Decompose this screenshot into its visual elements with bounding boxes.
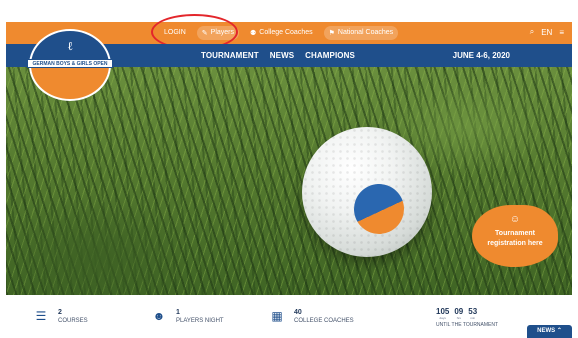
map-icon: ▦ <box>271 309 283 323</box>
news-button[interactable]: NEWS ⌃ <box>527 325 572 338</box>
smiley-icon: ☻ <box>152 309 166 323</box>
days-value: 105 <box>436 307 450 316</box>
countdown-hours: 09 hrs <box>454 307 463 320</box>
registration-button[interactable]: ☺ Tournament registration here <box>472 205 558 267</box>
countdown-days: 105 days <box>436 307 449 320</box>
national-coaches-link[interactable]: ⚑ National Coaches <box>323 26 399 40</box>
chevron-up-icon: ⌃ <box>556 328 562 334</box>
page: LOGIN ✎ Players ⚉ College Coaches ⚑ Nati… <box>0 0 578 338</box>
flag-icon: ⚑ <box>328 29 335 37</box>
minutes-unit: min <box>470 316 476 320</box>
search-icon[interactable]: ⌕ <box>530 27 534 37</box>
stat-label: COLLEGE COACHES <box>294 318 354 324</box>
menu-icon[interactable]: ≡ <box>559 28 564 37</box>
nav-items: TOURNAMENT NEWS CHAMPIONS <box>201 51 355 60</box>
stat-value: 2 <box>58 309 62 316</box>
college-coaches-label: College Coaches <box>259 29 313 36</box>
group-icon: ⚉ <box>250 29 257 37</box>
registration-label: Tournament registration here <box>487 230 543 247</box>
hours-value: 09 <box>454 307 464 316</box>
countdown-minutes: 53 min <box>468 307 477 320</box>
stat-label: PLAYERS NIGHT <box>176 318 224 324</box>
top-right-tools: ⌕ EN ≡ <box>530 27 564 37</box>
nav-item-champions[interactable]: CHAMPIONS <box>305 51 355 60</box>
stat-courses: ☰ 2 COURSES <box>32 309 88 329</box>
stat-value: 1 <box>176 309 180 316</box>
countdown: 105 days 09 hrs 53 min UNTIL THE TOURNAM… <box>436 307 498 328</box>
nav-item-tournament[interactable]: TOURNAMENT <box>201 51 259 60</box>
stat-value: 40 <box>294 309 302 316</box>
tournament-date: JUNE 4-6, 2020 <box>452 51 510 60</box>
logo-mark-icon: ℓ <box>67 39 73 53</box>
stat-players-night: ☻ 1 PLAYERS NIGHT <box>150 309 224 329</box>
hero-image: ☺ Tournament registration here <box>6 67 572 295</box>
news-button-label: NEWS <box>537 328 556 334</box>
course-icon: ☰ <box>35 309 47 323</box>
language-switch[interactable]: EN <box>541 28 552 37</box>
minutes-value: 53 <box>468 307 478 316</box>
nav-item-news[interactable]: NEWS <box>270 51 294 60</box>
college-coaches-link[interactable]: ⚉ College Coaches <box>245 26 318 40</box>
countdown-values: 105 days 09 hrs 53 min <box>436 307 498 320</box>
days-unit: days <box>439 316 446 320</box>
countdown-label: UNTIL THE TOURNAMENT <box>436 322 499 328</box>
stats-strip: ☰ 2 COURSES ☻ 1 PLAYERS NIGHT ▦ 40 COLLE… <box>6 295 572 338</box>
stat-college-coaches: ▦ 40 COLLEGE COACHES <box>268 309 354 329</box>
stat-label: COURSES <box>58 318 88 324</box>
golf-ball-image <box>302 127 432 257</box>
site-logo[interactable]: ℓ GERMAN BOYS & GIRLS OPEN <box>27 29 113 101</box>
national-coaches-label: National Coaches <box>337 29 394 36</box>
hours-unit: hrs <box>456 316 461 320</box>
logo-ribbon: GERMAN BOYS & GIRLS OPEN <box>27 59 113 68</box>
user-add-icon: ☺ <box>509 214 521 225</box>
